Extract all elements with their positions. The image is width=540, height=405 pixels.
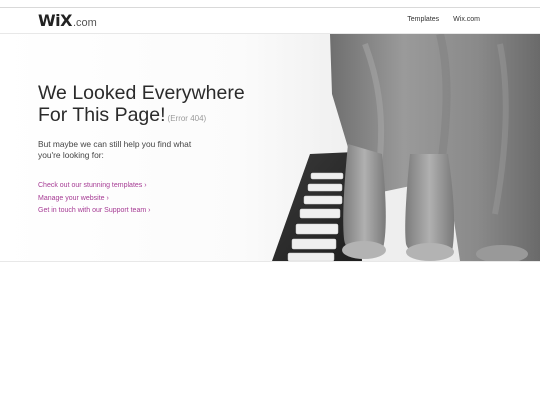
headline-line2-wrap: For This Page! (Error 404) xyxy=(38,104,298,130)
headline-line2: For This Page! xyxy=(38,104,166,126)
help-links: Check out our stunning templates › Manag… xyxy=(38,180,150,218)
headline-line1: We Looked Everywhere xyxy=(38,82,245,104)
page-title: We Looked Everywhere For This Page! (Erro… xyxy=(38,82,298,130)
manage-website-link[interactable]: Manage your website › xyxy=(38,193,150,206)
error-message: We Looked Everywhere For This Page! (Erro… xyxy=(38,82,298,160)
site-header: WiX .com Templates Wix.com xyxy=(0,8,540,34)
logo-suffix: .com xyxy=(72,17,97,29)
nav-wix-link[interactable]: Wix.com xyxy=(453,16,480,23)
header-nav: Templates Wix.com xyxy=(407,16,480,23)
help-subtext: But maybe we can still help you find wha… xyxy=(38,139,192,160)
cat-photo-image xyxy=(272,34,540,261)
support-link[interactable]: Get in touch with our Support team › xyxy=(38,205,150,218)
logo-wordmark: WiX xyxy=(38,11,72,30)
error-code: (Error 404) xyxy=(167,114,207,123)
error-hero: We Looked Everywhere For This Page! (Erro… xyxy=(0,34,540,262)
templates-link[interactable]: Check out our stunning templates › xyxy=(38,180,150,193)
nav-templates-link[interactable]: Templates xyxy=(407,16,439,23)
wix-logo[interactable]: WiX .com xyxy=(38,11,97,30)
